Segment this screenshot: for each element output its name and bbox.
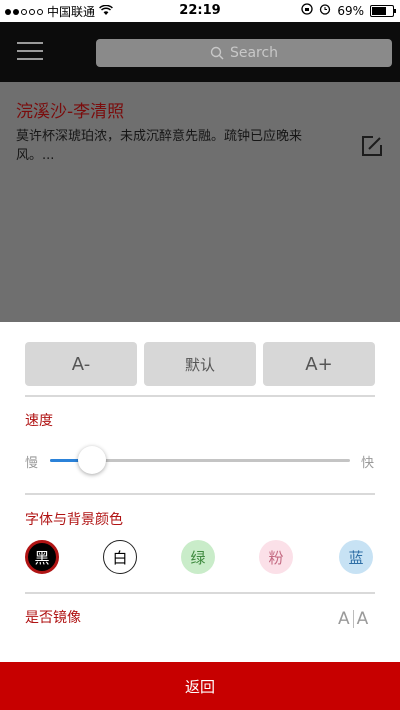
speed-slider-thumb[interactable] (78, 446, 106, 474)
color-white-button[interactable]: 白 (103, 540, 137, 574)
battery-icon (370, 4, 396, 17)
status-right: 69% (301, 3, 396, 18)
mirror-label: 是否镜像 (25, 610, 81, 626)
divider (25, 493, 375, 495)
font-decrease-button[interactable]: A- (25, 342, 137, 386)
color-options: 黑 白 绿 粉 蓝 (25, 540, 375, 578)
hamburger-menu-icon[interactable] (17, 42, 43, 62)
color-black-button[interactable]: 黑 (25, 540, 59, 574)
font-size-controls: A- 默认 A+ (25, 342, 375, 386)
poem-list: 浣溪沙-李清照 莫许杯深琥珀浓，未成沉醉意先融。疏钟已应晚来风。... (0, 82, 400, 322)
edit-icon[interactable] (360, 134, 384, 158)
app-header: Search (0, 22, 400, 82)
color-label: 字体与背景颜色 (25, 512, 123, 528)
battery-percent: 69% (337, 3, 364, 18)
poem-excerpt[interactable]: 莫许杯深琥珀浓，未成沉醉意先融。疏钟已应晚来风。... (16, 127, 316, 165)
mirror-icon-right: A (356, 609, 369, 629)
reading-settings-panel: A- 默认 A+ 速度 慢 快 字体与背景颜色 黑 白 绿 粉 蓝 是否镜像 A… (0, 322, 400, 662)
color-green-button[interactable]: 绿 (181, 540, 215, 574)
font-default-button[interactable]: 默认 (144, 342, 256, 386)
color-pink-button[interactable]: 粉 (259, 540, 293, 574)
speed-slider[interactable] (50, 446, 350, 474)
speed-min-label: 慢 (25, 456, 39, 471)
color-blue-button[interactable]: 蓝 (339, 540, 373, 574)
poem-title[interactable]: 浣溪沙-李清照 (16, 97, 124, 122)
alarm-icon (319, 3, 331, 18)
back-button[interactable]: 返回 (0, 662, 400, 710)
speed-label: 速度 (25, 413, 53, 429)
mirror-icon-left: A (338, 609, 350, 629)
rotation-lock-icon (301, 3, 313, 18)
divider (25, 395, 375, 397)
status-bar: 中国联通 22:19 69% (0, 0, 400, 22)
font-increase-button[interactable]: A+ (263, 342, 375, 386)
search-bar[interactable]: Search (96, 39, 392, 67)
divider (25, 592, 375, 594)
search-icon (210, 46, 224, 60)
mirror-toggle-icon[interactable]: A A (338, 609, 368, 629)
speed-max-label: 快 (361, 456, 375, 471)
search-placeholder: Search (229, 45, 279, 61)
